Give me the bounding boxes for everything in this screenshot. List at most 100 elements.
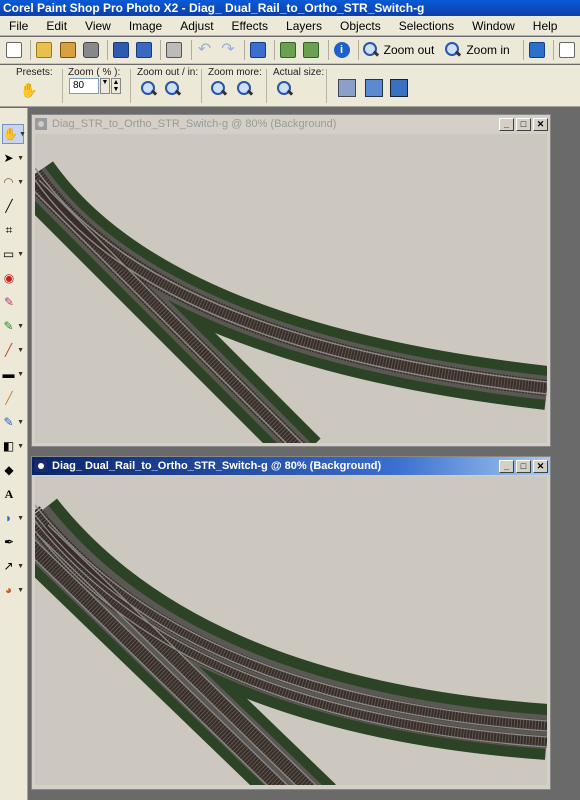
menu-objects[interactable]: Objects [331, 16, 390, 36]
hand-icon: ✋ [20, 82, 38, 98]
warp-brush-tool[interactable]: ✎ ▼ [2, 412, 25, 432]
document-window-2[interactable]: Diag_ Dual_Rail_to_Ortho_STR_Switch-g @ … [31, 456, 551, 790]
document-window-title-bar[interactable]: Diag_STR_to_Ortho_STR_Switch-g @ 80% (Ba… [32, 115, 550, 133]
close-button[interactable]: ✕ [533, 459, 548, 473]
print-button[interactable] [164, 39, 184, 61]
zoom-more-out-button[interactable] [210, 80, 228, 98]
options-extra-button-1[interactable] [338, 79, 356, 97]
toolbar-separator [106, 40, 108, 60]
crop-icon: ⌗ [5, 223, 13, 237]
zoom-in-button[interactable]: Zoom in [444, 41, 510, 59]
lasso-icon: ◠ [3, 175, 14, 189]
zoom-out-button[interactable]: Zoom out [362, 41, 434, 59]
browse-button[interactable] [57, 39, 77, 61]
save-button[interactable] [111, 39, 131, 61]
makeover-tool[interactable]: ✎ [2, 292, 24, 312]
zoom-out-in-label: Zoom out / in: [137, 67, 199, 78]
enhance-photo-icon [303, 42, 320, 58]
menu-edit[interactable]: Edit [37, 16, 76, 36]
options-extra-button-3[interactable] [390, 79, 408, 97]
manager-button[interactable] [527, 39, 547, 61]
picture-tube-tool[interactable]: ◆ [2, 460, 24, 480]
straighten-tool[interactable]: ▭ ▼ [2, 244, 24, 264]
toolbar-separator [552, 40, 554, 60]
open-button[interactable] [34, 39, 54, 61]
overflow-button[interactable] [557, 39, 577, 61]
toolbar-separator [522, 40, 524, 60]
paint-brush-tool[interactable]: ╱ ▼ [2, 340, 24, 360]
pick-tool[interactable]: ➤ ▼ [2, 148, 25, 168]
pan-tool-preset-button[interactable]: ✋▼ [20, 81, 38, 115]
dropdown-arrow-icon: ▼ [17, 322, 24, 330]
zoom-in-step-button[interactable] [164, 80, 182, 98]
zoom-more-in-icon [236, 80, 254, 98]
menu-layers[interactable]: Layers [277, 16, 331, 36]
menu-image[interactable]: Image [120, 16, 171, 36]
art-media-tool[interactable]: ◕ ▼ [2, 580, 24, 600]
menu-view[interactable]: View [76, 16, 120, 36]
flood-fill-tool[interactable]: ◧ ▼ [2, 436, 24, 456]
maximize-button[interactable]: □ [516, 117, 531, 131]
menu-effects[interactable]: Effects [223, 16, 277, 36]
dropdown-arrow-icon: ▼ [19, 130, 26, 138]
actual-size-icon [276, 80, 294, 98]
menu-help[interactable]: Help [524, 16, 567, 36]
maximize-icon: □ [520, 460, 527, 471]
minimize-button[interactable]: _ [499, 459, 514, 473]
actual-size-button[interactable] [276, 80, 294, 98]
scan-button[interactable] [81, 39, 101, 61]
new-file-button[interactable] [4, 39, 24, 61]
eraser-tool[interactable]: ▬ ▼ [2, 364, 24, 384]
close-icon: ✕ [536, 118, 545, 129]
selection-tool[interactable]: ◠ ▼ [2, 172, 24, 192]
dropdown-arrow-icon: ▼ [17, 442, 24, 450]
info-button[interactable]: i [331, 39, 351, 61]
photo-fix-button[interactable] [278, 39, 298, 61]
clone-tool[interactable]: ✎ ▼ [2, 316, 25, 336]
options-separator [201, 69, 202, 103]
zoom-percent-input[interactable]: 80 [69, 78, 99, 94]
text-tool[interactable]: A [2, 484, 24, 504]
browse-icon [59, 42, 76, 58]
save-as-button[interactable] [134, 39, 154, 61]
menu-file[interactable]: File [0, 16, 37, 36]
options-extra-button-2[interactable] [365, 79, 383, 97]
dodge-tool[interactable]: ╱ [2, 388, 24, 408]
image-canvas[interactable] [35, 134, 547, 443]
zoom-more-group: Zoom more: [208, 67, 262, 78]
photo-fix-icon [280, 42, 297, 58]
enhance-button[interactable] [301, 39, 321, 61]
toolbar-separator [274, 40, 276, 60]
actual-size-label: Actual size: [273, 67, 325, 78]
tool-options-bar: Presets: ✋▼ Zoom ( % ): 80 ▼ ▲▼ Zoom out… [0, 65, 580, 115]
dropdown-arrow-icon: ▼ [17, 562, 24, 570]
zoom-spinner[interactable]: ▲ ▼ [111, 78, 121, 94]
document-window-title: Diag_STR_to_Ortho_STR_Switch-g @ 80% (Ba… [52, 118, 337, 130]
menu-adjust[interactable]: Adjust [171, 16, 222, 36]
zoom-out-step-button[interactable] [140, 80, 158, 98]
pan-tool[interactable]: ✋ ▼ [2, 124, 26, 144]
pen-tool[interactable]: ✒ [2, 532, 24, 552]
image-canvas[interactable] [35, 476, 547, 785]
document-window-1[interactable]: Diag_STR_to_Ortho_STR_Switch-g @ 80% (Ba… [31, 114, 551, 447]
zoom-in-label: Zoom in [466, 43, 510, 57]
preset-shape-tool[interactable]: ◗ ▼ [2, 508, 24, 528]
object-selection-tool[interactable]: ↗ ▼ [2, 556, 25, 576]
dropper-tool[interactable]: ╱ [2, 196, 24, 216]
minimize-button[interactable]: _ [499, 117, 514, 131]
crop-tool[interactable]: ⌗ [2, 220, 24, 240]
maximize-button[interactable]: □ [516, 459, 531, 473]
menu-selections[interactable]: Selections [390, 16, 463, 36]
export-button[interactable] [248, 39, 268, 61]
redo-button[interactable]: ↷ [218, 39, 238, 61]
actual-size-group: Actual size: [273, 67, 324, 78]
undo-button[interactable]: ↶ [194, 39, 214, 61]
dropdown-arrow-icon: ▼ [17, 370, 24, 378]
print-icon [166, 42, 183, 58]
zoom-more-in-button[interactable] [236, 80, 254, 98]
menu-window[interactable]: Window [463, 16, 524, 36]
zoom-dropdown-button[interactable]: ▼ [100, 78, 110, 94]
red-eye-tool[interactable]: ◉ [2, 268, 24, 288]
document-window-title-bar[interactable]: Diag_ Dual_Rail_to_Ortho_STR_Switch-g @ … [32, 457, 550, 475]
close-button[interactable]: ✕ [533, 117, 548, 131]
